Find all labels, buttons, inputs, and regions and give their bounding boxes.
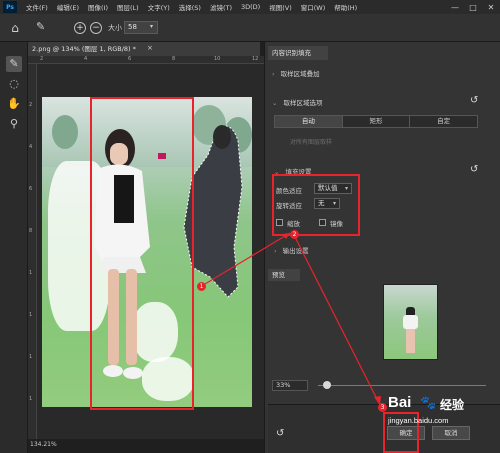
chevron-down-icon[interactable]: ⌄	[272, 99, 277, 107]
ruler-tick: 8	[29, 228, 33, 234]
menu-file[interactable]: 文件(F)	[26, 2, 48, 12]
ruler-tick: 1	[29, 312, 33, 318]
zoom-status: 134.21%	[30, 441, 57, 448]
ruler-tick: 2	[40, 56, 44, 62]
menu-layer[interactable]: 图层(L)	[117, 2, 139, 12]
ruler-tick: 6	[128, 56, 132, 62]
annotation-marker-1: 1	[197, 282, 206, 291]
annotation-box-fill-settings	[272, 174, 360, 236]
menu-window[interactable]: 窗口(W)	[301, 2, 326, 12]
sampling-options-section[interactable]: ⌄ 取样区域选项	[272, 97, 322, 107]
brush-preset-icon[interactable]: ✎	[36, 20, 54, 36]
lasso-icon[interactable]: ◌	[6, 76, 22, 92]
subtract-from-selection-button[interactable]: −	[90, 22, 102, 34]
paw-icon: 🐾	[420, 396, 437, 411]
annotation-marker-2: 2	[290, 230, 299, 239]
menu-type[interactable]: 文字(Y)	[148, 2, 170, 12]
annotation-box-subject	[90, 97, 194, 410]
panel-title: 内容识别填充	[268, 46, 328, 60]
preview-thumbnail	[383, 284, 438, 360]
section-label: 取样区域叠加	[280, 70, 320, 78]
menu-view[interactable]: 视图(V)	[269, 2, 292, 12]
menu-image[interactable]: 图像(I)	[88, 2, 108, 12]
section-label: 取样区域选项	[283, 99, 323, 107]
menu-bar: Ps 文件(F) 编辑(E) 图像(I) 图层(L) 文字(Y) 选择(S) 滤…	[0, 0, 500, 14]
menu-edit[interactable]: 编辑(E)	[57, 2, 79, 12]
minimize-button[interactable]: —	[446, 3, 464, 12]
add-to-selection-button[interactable]: +	[74, 22, 86, 34]
ruler-vertical: 2 4 6 8 1 1 1 1	[28, 64, 37, 439]
size-label: 大小	[108, 24, 122, 32]
chevron-down-icon[interactable]: ▾	[150, 23, 153, 30]
photoshop-logo: Ps	[3, 1, 17, 13]
home-icon[interactable]: ⌂	[8, 21, 22, 35]
chevron-right-icon[interactable]: ›	[274, 247, 277, 255]
preview-panel-title: 预览	[268, 269, 300, 281]
menu-select[interactable]: 选择(S)	[179, 2, 201, 12]
tools-panel: ✎ ◌ ✋ ⚲	[0, 42, 28, 453]
ruler-tick: 4	[84, 56, 88, 62]
segment-custom[interactable]: 自定	[410, 116, 477, 127]
hand-icon[interactable]: ✋	[6, 96, 22, 112]
sampling-brush-icon[interactable]: ✎	[6, 56, 22, 72]
ruler-tick: 4	[29, 144, 33, 150]
segment-rectangle[interactable]: 矩形	[343, 116, 411, 127]
watermark-brand: Bai	[388, 394, 412, 411]
ruler-tick: 6	[29, 186, 33, 192]
baidu-jingyan-watermark: Bai 🐾 经验 jingyan.baidu.com	[382, 392, 500, 442]
ruler-tick: 2	[29, 102, 33, 108]
zoom-icon[interactable]: ⚲	[6, 116, 22, 132]
preview-zoom-slider[interactable]	[318, 385, 486, 386]
sampling-overlay-section[interactable]: › 取样区域叠加	[272, 68, 320, 78]
menu-filter[interactable]: 滤镜(T)	[210, 2, 232, 12]
reset-icon[interactable]: ↺	[470, 164, 478, 175]
menu-help[interactable]: 帮助(H)	[334, 2, 357, 12]
section-label: 输出设置	[282, 247, 309, 255]
segment-auto[interactable]: 自动	[275, 116, 343, 127]
watermark-url: jingyan.baidu.com	[388, 416, 449, 425]
close-icon[interactable]: ×	[147, 44, 153, 52]
close-window-button[interactable]: ✕	[482, 3, 500, 12]
chevron-right-icon[interactable]: ›	[272, 70, 275, 78]
ruler-tick: 12	[252, 56, 259, 62]
sampling-mode-segmented: 自动 矩形 自定	[274, 115, 478, 128]
ruler-tick: 1	[29, 396, 33, 402]
preview-zoom-input[interactable]: 33%	[272, 380, 308, 391]
preview-zoom-slider-handle[interactable]	[323, 381, 331, 389]
ruler-tick: 10	[214, 56, 221, 62]
reset-icon[interactable]: ↺	[470, 95, 478, 106]
reset-all-icon[interactable]: ↺	[276, 428, 284, 439]
ruler-horizontal: 2 4 6 8 10 12	[28, 56, 264, 64]
options-bar: ⌂ ✎ + − 大小 58 ▾	[0, 14, 500, 42]
sample-all-layers-option: 对所有图层取样	[290, 139, 333, 146]
output-settings-section[interactable]: › 输出设置	[274, 245, 309, 255]
watermark-product: 经验	[440, 398, 465, 412]
maximize-button[interactable]: □	[464, 3, 482, 12]
ruler-tick: 1	[29, 270, 33, 276]
document-tab[interactable]: 2.png @ 134% (图层 1, RGB/8) *	[28, 42, 260, 56]
menu-3d[interactable]: 3D(D)	[241, 3, 260, 11]
ruler-tick: 1	[29, 354, 33, 360]
ruler-tick: 8	[172, 56, 176, 62]
